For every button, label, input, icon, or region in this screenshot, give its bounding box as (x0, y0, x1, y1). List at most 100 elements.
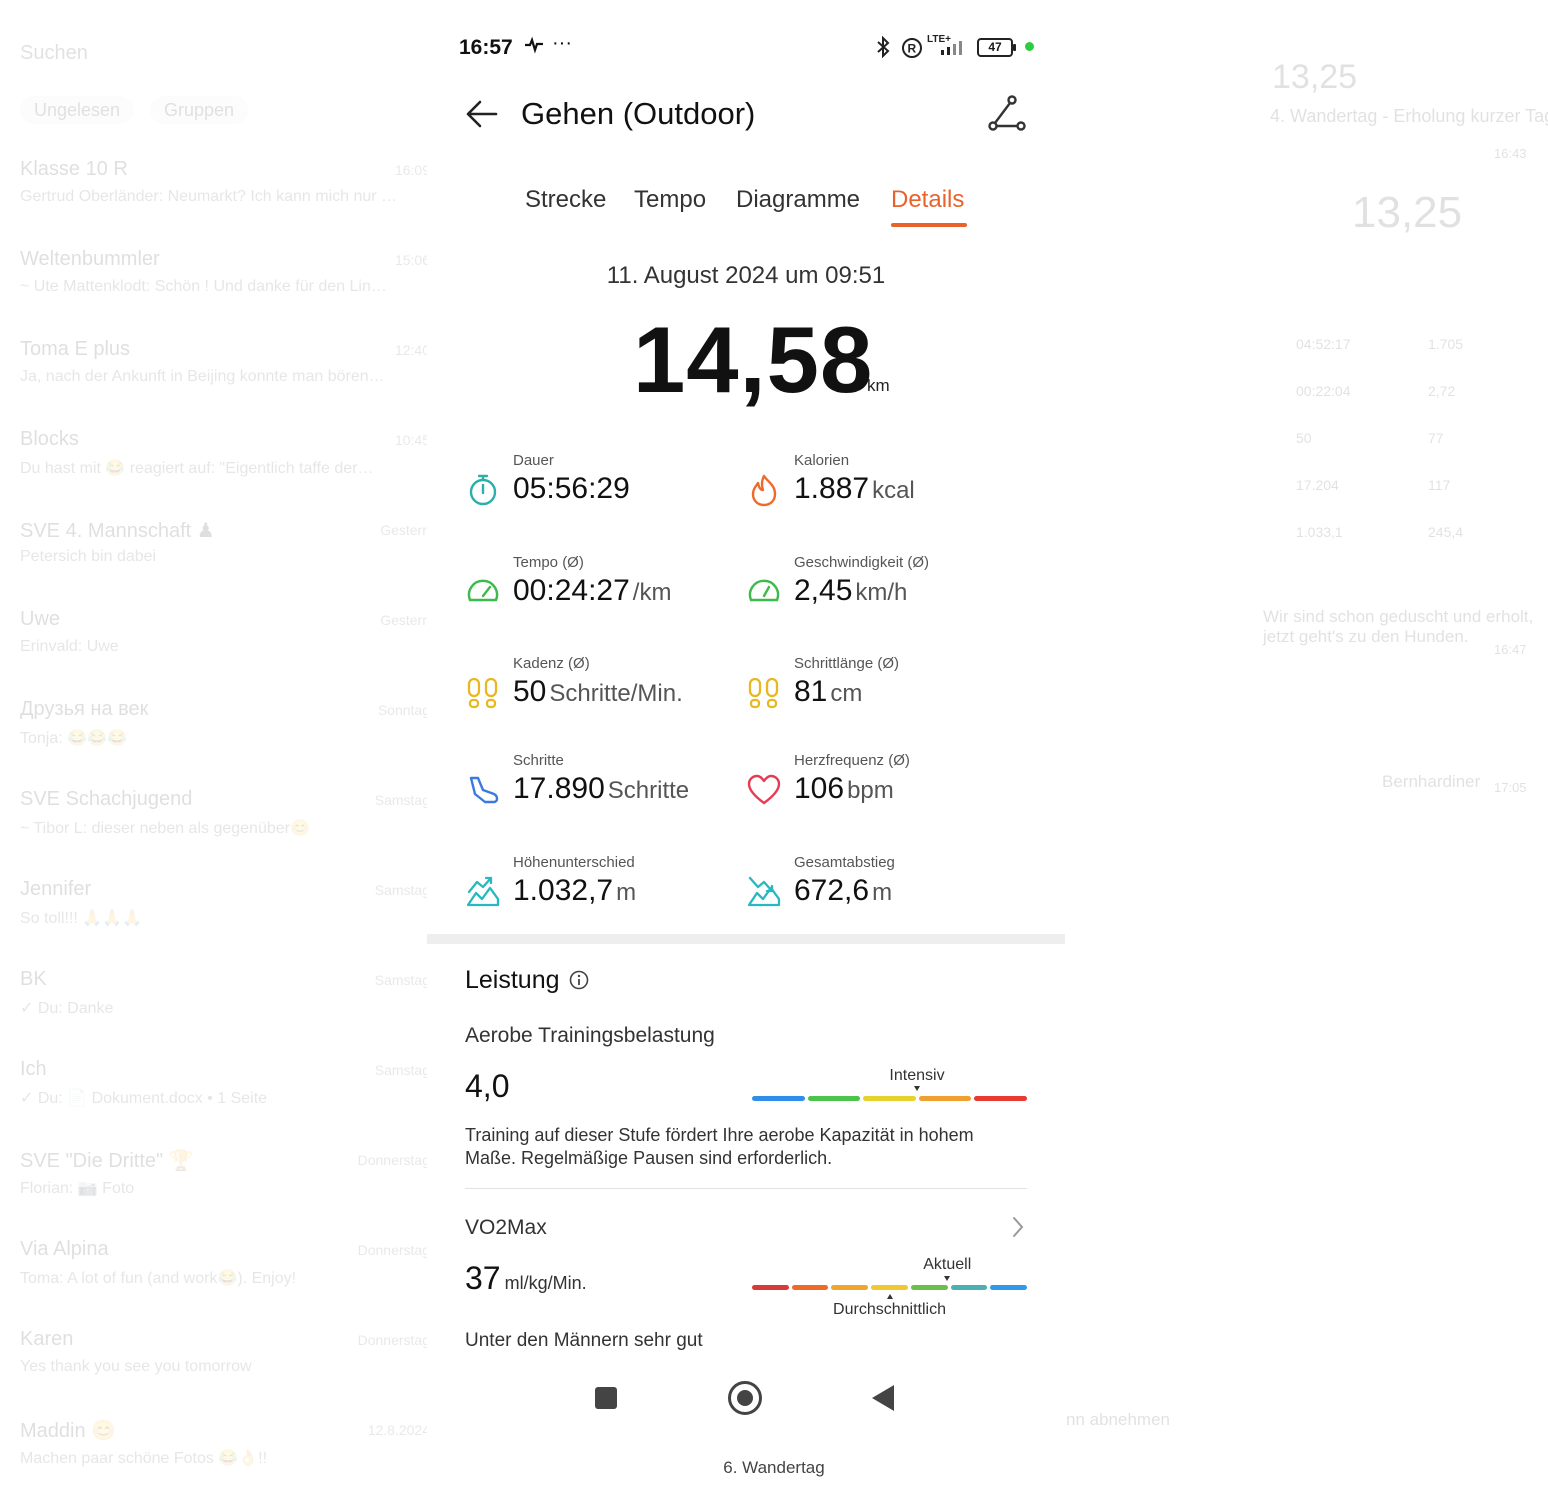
tab-bar: Strecke Tempo Diagramme Details (427, 186, 1065, 234)
bg-chat-time: Samstag (374, 792, 430, 808)
system-nav-bar (427, 1380, 1065, 1420)
bg-chat-name: Maddin 😊 (20, 1420, 117, 1442)
bg-chat-item: Blocks 10:45 Du hast mit 😂 reagiert auf: "… (20, 428, 430, 516)
scale-segment (831, 1285, 869, 1290)
section-divider (427, 934, 1065, 944)
bg-chat-preview: ~ Ute Mattenklodt: Schön ! Und danke für… (20, 278, 387, 295)
metric-number: 17.890 (513, 772, 605, 805)
bg-chat-preview: Erinvald: Uwe (20, 638, 119, 655)
bg-right-msg-title: 4. Wandertag - Erholung kurzer Tag (1270, 106, 1548, 126)
stopwatch-icon (469, 474, 497, 506)
route-icon[interactable] (985, 92, 1029, 136)
metric-label: Kadenz (Ø) (513, 655, 590, 672)
tab-diagramme[interactable]: Diagramme (736, 186, 860, 214)
tab-tempo[interactable]: Tempo (634, 186, 706, 214)
bg-right-msg-text: Wir sind schon geduscht und erholt, jetz… (1263, 607, 1534, 646)
performance-title: Leistung (465, 966, 560, 994)
footprints-icon (748, 677, 779, 709)
bg-chat-name: Blocks (20, 428, 79, 450)
bg-chat-preview: Ja, nach der Ankunft in Beijing konnte m… (20, 368, 385, 385)
scale-segment (950, 1285, 988, 1290)
metric-unit: kcal (872, 477, 915, 504)
metric-number: 1.032,7 (513, 874, 614, 907)
metric-unit: Schritte (607, 777, 690, 804)
metric-pace: Tempo (Ø) 00:24:27/km (465, 554, 735, 624)
metric-number: 1.887 (794, 472, 870, 505)
descent-icon (747, 876, 781, 907)
bg-filter-unread: Ungelesen (20, 96, 135, 124)
vo2max-value: 37 ml/kg/Min. (465, 1260, 587, 1297)
bg-chat-name: Ich (20, 1058, 47, 1080)
bg-filter-groups: Gruppen (150, 96, 249, 124)
vo2max-unit: ml/kg/Min. (504, 1273, 587, 1293)
metric-value: 2,45 km/h (794, 574, 907, 608)
distance-value: 14,58 (633, 307, 874, 412)
bg-chat-preview: Petersich bin dabei (20, 548, 157, 565)
metric-unit: m (616, 879, 637, 906)
metric-unit: km/h (855, 579, 908, 606)
active-tab-indicator (891, 223, 967, 227)
bg-chat-name: SVE "Die Dritte" 🏆 (20, 1150, 194, 1172)
bg-chat-name: SVE Schachjugend (20, 788, 193, 810)
metric-unit: m (872, 879, 893, 906)
metric-value: 00:24:27/km (513, 574, 671, 608)
metric-unit: /km (632, 579, 672, 606)
recent-apps-icon[interactable] (595, 1387, 617, 1409)
tab-strecke[interactable]: Strecke (525, 186, 606, 214)
heart-icon (747, 774, 781, 805)
metric-value: 1.032,7 m (513, 874, 636, 908)
bg-chat-time: 12.8.2024 (367, 1422, 430, 1438)
metric-value: 17.890 Schritte (513, 772, 689, 806)
metric-calories: Kalorien 1.887 kcal (746, 452, 1016, 522)
bg-chat-time: 12:40 (394, 342, 430, 358)
bg-chat-name: Jennifer (20, 878, 92, 900)
home-icon[interactable] (728, 1381, 762, 1415)
bg-right-stat: 00:22:04 (1296, 383, 1351, 399)
scale-segment (752, 1096, 805, 1101)
metric-value: 1.887 kcal (794, 472, 915, 506)
metric-label: Schrittlänge (Ø) (794, 655, 900, 672)
bg-chat-time: Sonntag (377, 702, 430, 718)
chevron-right-icon[interactable] (1011, 1216, 1025, 1238)
back-triangle-icon[interactable] (872, 1385, 894, 1411)
bg-chat-preview: Du hast mit 😂 reagiert auf: "Eigentlich … (20, 460, 374, 477)
info-icon[interactable] (569, 970, 589, 990)
bg-right-msg-time: 16:43 (1494, 146, 1527, 161)
metric-descent: Gesamtabstieg 672,6 m (746, 854, 1016, 924)
metric-label: Tempo (Ø) (513, 554, 584, 571)
bg-chat-time: 15:06 (394, 252, 430, 268)
battery-icon: 47 (977, 38, 1016, 57)
bg-chat-time: Samstag (374, 1062, 430, 1078)
vo2max-current-marker (944, 1276, 951, 1281)
background-right-panel: 13,25 4. Wandertag - Erholung kurzer Tag… (1066, 0, 1548, 1502)
metric-label: Höhenunterschied (513, 854, 635, 871)
bg-chat-name: Друзья на век (20, 698, 149, 720)
vo2max-average-marker (886, 1294, 893, 1299)
bg-right-stat: 2,72 (1428, 383, 1456, 399)
scale-segment (910, 1285, 948, 1290)
bg-right-bernhardiner: Bernhardiner (1382, 772, 1481, 791)
aerobic-load-value: 4,0 (465, 1068, 510, 1104)
metric-unit: Schritte/Min. (549, 680, 683, 707)
metric-value: 672,6 m (794, 874, 892, 908)
phone-screen: 16:57 ··· R LTE+ 47 Gehen (Outdoor) Stre… (427, 0, 1065, 1445)
bg-chat-item: Toma E plus 12:40 Ja, nach der Ankunft in … (20, 338, 430, 426)
metric-label: Gesamtabstieg (794, 854, 895, 871)
status-time: 16:57 (459, 36, 513, 59)
scale-segment (863, 1096, 916, 1101)
image-caption: 6. Wandertag (723, 1458, 825, 1477)
back-arrow-icon[interactable] (462, 94, 502, 134)
bg-right-big-number-top: 13,25 (1272, 58, 1358, 96)
bg-chat-name: Weltenbummler (20, 248, 160, 270)
metric-number: 05:56:29 (513, 472, 630, 505)
bg-chat-preview: Toma: A lot of fun (and work😂). Enjoy! (20, 1270, 297, 1287)
vo2max-title[interactable]: VO2Max (465, 1216, 547, 1240)
bg-chat-item: Uwe Gestern Erinvald: Uwe (20, 608, 430, 696)
vo2max-note: Unter den Männern sehr gut (465, 1330, 703, 1351)
tab-details[interactable]: Details (891, 186, 964, 214)
bg-chat-name: Klasse 10 R (20, 158, 128, 180)
metric-label: Herzfrequenz (Ø) (794, 752, 910, 769)
metric-speed: Geschwindigkeit (Ø) 2,45 km/h (746, 554, 1016, 624)
bg-chat-preview: Gertrud Oberländer: Neumarkt? Ich kann m… (20, 188, 398, 205)
privacy-indicator-dot (1025, 42, 1034, 51)
